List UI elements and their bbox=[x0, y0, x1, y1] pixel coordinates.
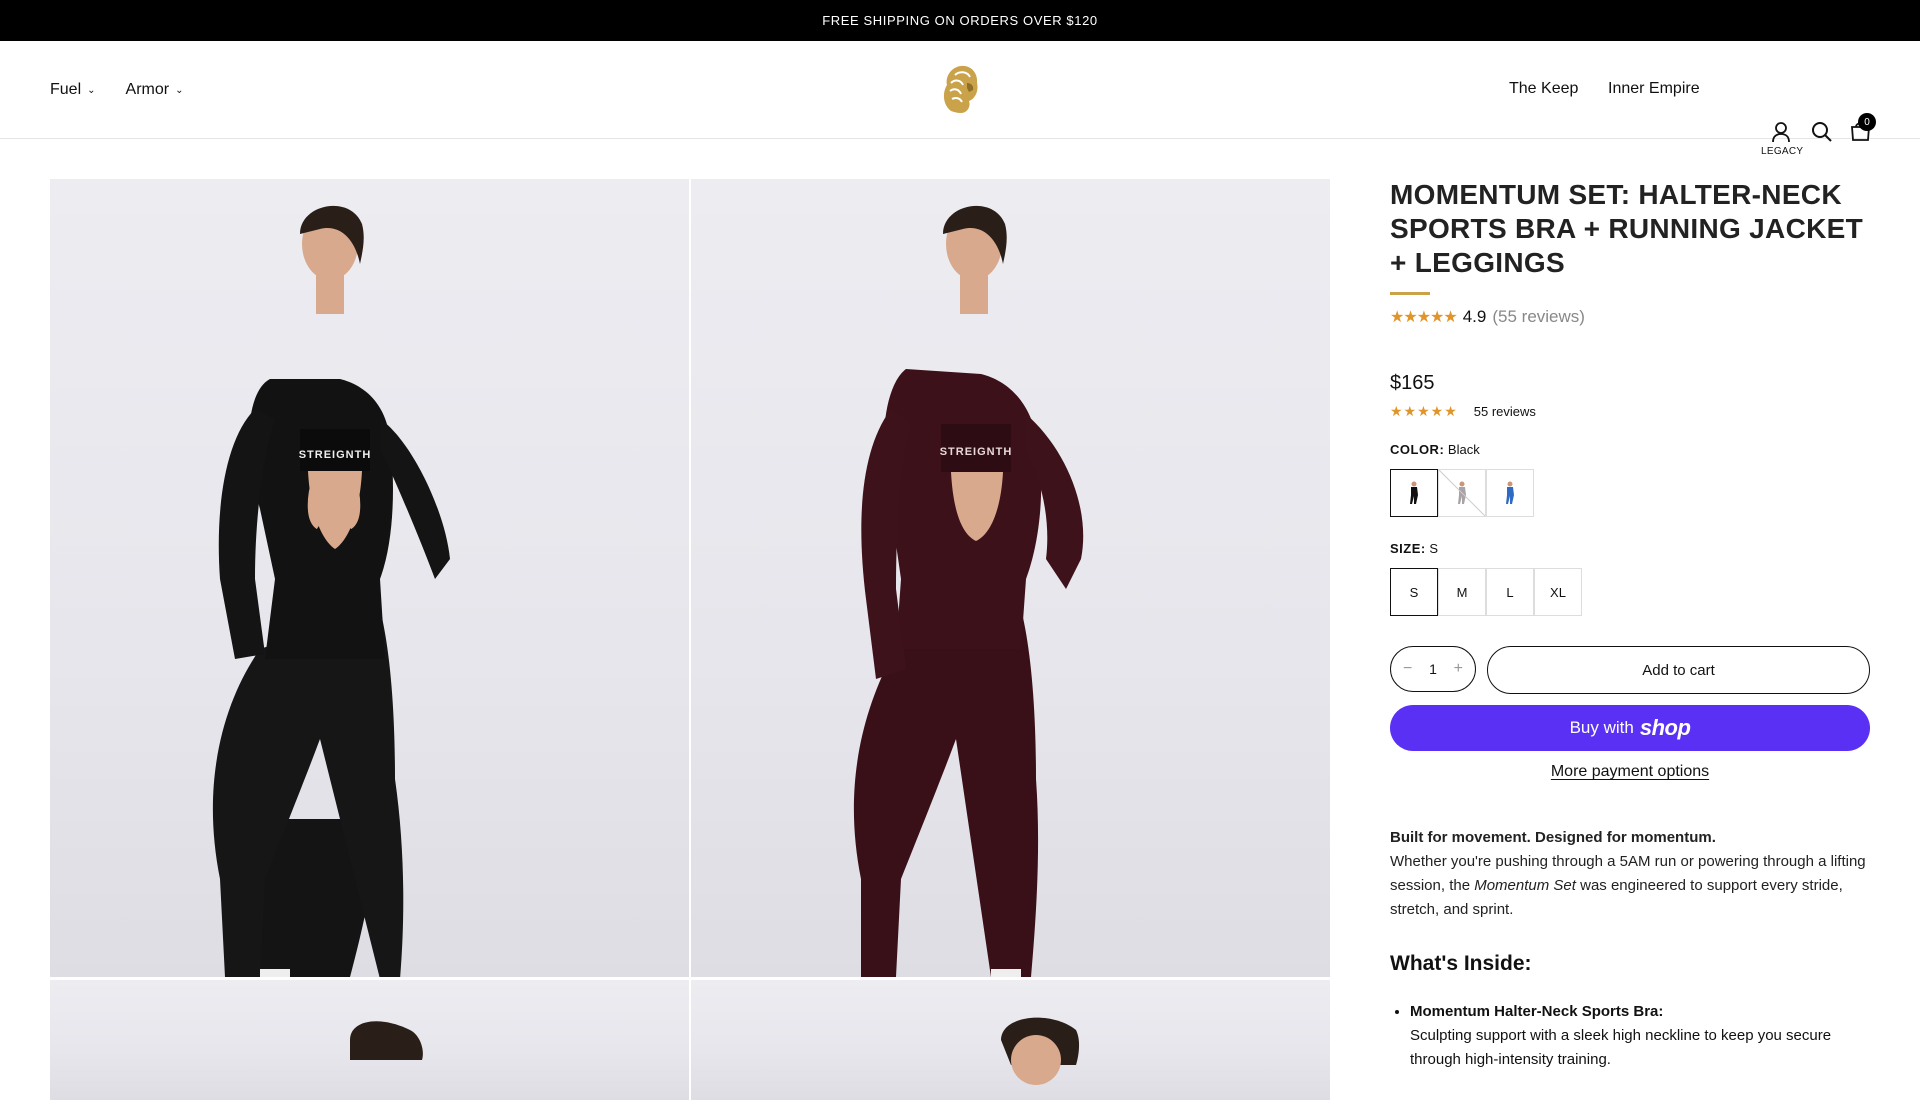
rating-summary[interactable]: ★★★★★ 4.9 (55 reviews) bbox=[1390, 307, 1870, 327]
nav-armor[interactable]: Armor ⌄ bbox=[126, 81, 184, 99]
search-icon[interactable] bbox=[1811, 121, 1832, 142]
add-to-cart-row: − 1 + Add to cart bbox=[1390, 646, 1870, 694]
color-label: COLOR: bbox=[1390, 442, 1445, 457]
product-photo-black[interactable]: STREIGNTH bbox=[50, 179, 689, 977]
color-value: Black bbox=[1447, 442, 1480, 457]
announcement-text: FREE SHIPPING ON ORDERS OVER $120 bbox=[822, 13, 1098, 28]
chevron-down-icon: ⌄ bbox=[87, 85, 96, 96]
description-emphasis: Momentum Set bbox=[1474, 877, 1576, 894]
star-rating-icon: ★★★★★ bbox=[1390, 309, 1458, 326]
more-payment-options-link[interactable]: More payment options bbox=[1390, 763, 1870, 781]
size-options: S M L XL bbox=[1390, 568, 1870, 616]
size-l[interactable]: L bbox=[1486, 568, 1534, 616]
rating-value: 4.9 bbox=[1462, 307, 1487, 326]
size-xl[interactable]: XL bbox=[1534, 568, 1582, 616]
product-description: Built for movement. Designed for momentu… bbox=[1390, 826, 1870, 922]
buy-with-shop-button[interactable]: Buy with shop bbox=[1390, 705, 1870, 751]
nav-inner-empire[interactable]: Inner Empire bbox=[1608, 80, 1700, 98]
swatch-black[interactable] bbox=[1390, 469, 1438, 517]
account-label[interactable]: LEGACY bbox=[1761, 146, 1803, 157]
product-info: MOMENTUM SET: HALTER-NECK SPORTS BRA + R… bbox=[1390, 178, 1870, 1072]
swatch-blue-thumb-icon bbox=[1506, 481, 1514, 504]
chevron-down-icon: ⌄ bbox=[175, 85, 184, 96]
svg-text:STREIGNTH: STREIGNTH bbox=[299, 449, 372, 461]
swatch-black-thumb-icon bbox=[1410, 481, 1418, 504]
cart-count-badge: 0 bbox=[1858, 113, 1876, 131]
swatch-grey[interactable] bbox=[1438, 469, 1486, 517]
buy-with-label: Buy with bbox=[1569, 718, 1634, 737]
product-photo-4[interactable] bbox=[691, 980, 1330, 1100]
review-widget[interactable]: ★★★★★ 55 reviews bbox=[1390, 403, 1870, 420]
svg-text:STREIGNTH: STREIGNTH bbox=[940, 446, 1013, 458]
inside-item-text: Sculpting support with a sleek high neck… bbox=[1410, 1027, 1832, 1068]
review-count-link[interactable]: (55 reviews) bbox=[1492, 307, 1585, 327]
color-swatches bbox=[1390, 469, 1870, 517]
qty-increase-button[interactable]: + bbox=[1454, 660, 1463, 678]
inside-item-name: Momentum Halter-Neck Sports Bra: bbox=[1410, 1003, 1664, 1020]
main-nav-left: Fuel ⌄ Armor ⌄ bbox=[50, 41, 183, 138]
product-price: $165 bbox=[1390, 372, 1435, 394]
description-body: Whether you're pushing through a 5AM run… bbox=[1390, 850, 1870, 922]
inside-list: Momentum Halter-Neck Sports Bra: Sculpti… bbox=[1390, 1000, 1870, 1072]
product-photo-3[interactable] bbox=[50, 980, 689, 1100]
qty-input[interactable]: 1 bbox=[1429, 661, 1437, 677]
product-photo-burgundy[interactable]: STREIGNTH bbox=[691, 179, 1330, 977]
nav-the-keep[interactable]: The Keep bbox=[1509, 80, 1578, 98]
lion-logo-icon[interactable] bbox=[937, 61, 983, 117]
whats-inside-heading: What's Inside: bbox=[1390, 952, 1532, 975]
review-count[interactable]: 55 reviews bbox=[1474, 404, 1536, 419]
size-m[interactable]: M bbox=[1438, 568, 1486, 616]
sold-out-slash-icon bbox=[1439, 470, 1485, 516]
color-option-label: COLOR: Black bbox=[1390, 442, 1870, 457]
quantity-stepper: − 1 + bbox=[1390, 646, 1476, 692]
size-s[interactable]: S bbox=[1390, 568, 1438, 616]
list-item: Momentum Halter-Neck Sports Bra: Sculpti… bbox=[1410, 1000, 1870, 1072]
swatch-blue[interactable] bbox=[1486, 469, 1534, 517]
product-title: MOMENTUM SET: HALTER-NECK SPORTS BRA + R… bbox=[1390, 179, 1863, 278]
star-rating-icon: ★★★★★ bbox=[1390, 403, 1458, 419]
shop-pay-logo: shop bbox=[1639, 715, 1691, 740]
announcement-bar: FREE SHIPPING ON ORDERS OVER $120 bbox=[0, 0, 1920, 41]
nav-fuel[interactable]: Fuel ⌄ bbox=[50, 81, 96, 99]
title-divider bbox=[1390, 292, 1430, 295]
user-icon[interactable] bbox=[1771, 121, 1791, 143]
site-header: Fuel ⌄ Armor ⌄ The Keep Inner Empire 0 LEG… bbox=[0, 41, 1920, 157]
size-value: S bbox=[1429, 541, 1439, 556]
add-to-cart-button[interactable]: Add to cart bbox=[1487, 646, 1870, 694]
size-option-label: SIZE: S bbox=[1390, 541, 1870, 556]
size-label: SIZE: bbox=[1390, 541, 1426, 556]
qty-decrease-button[interactable]: − bbox=[1403, 660, 1412, 678]
nav-fuel-label: Fuel bbox=[50, 80, 82, 98]
nav-armor-label: Armor bbox=[125, 80, 170, 98]
description-lead: Built for movement. Designed for momentu… bbox=[1390, 829, 1716, 846]
